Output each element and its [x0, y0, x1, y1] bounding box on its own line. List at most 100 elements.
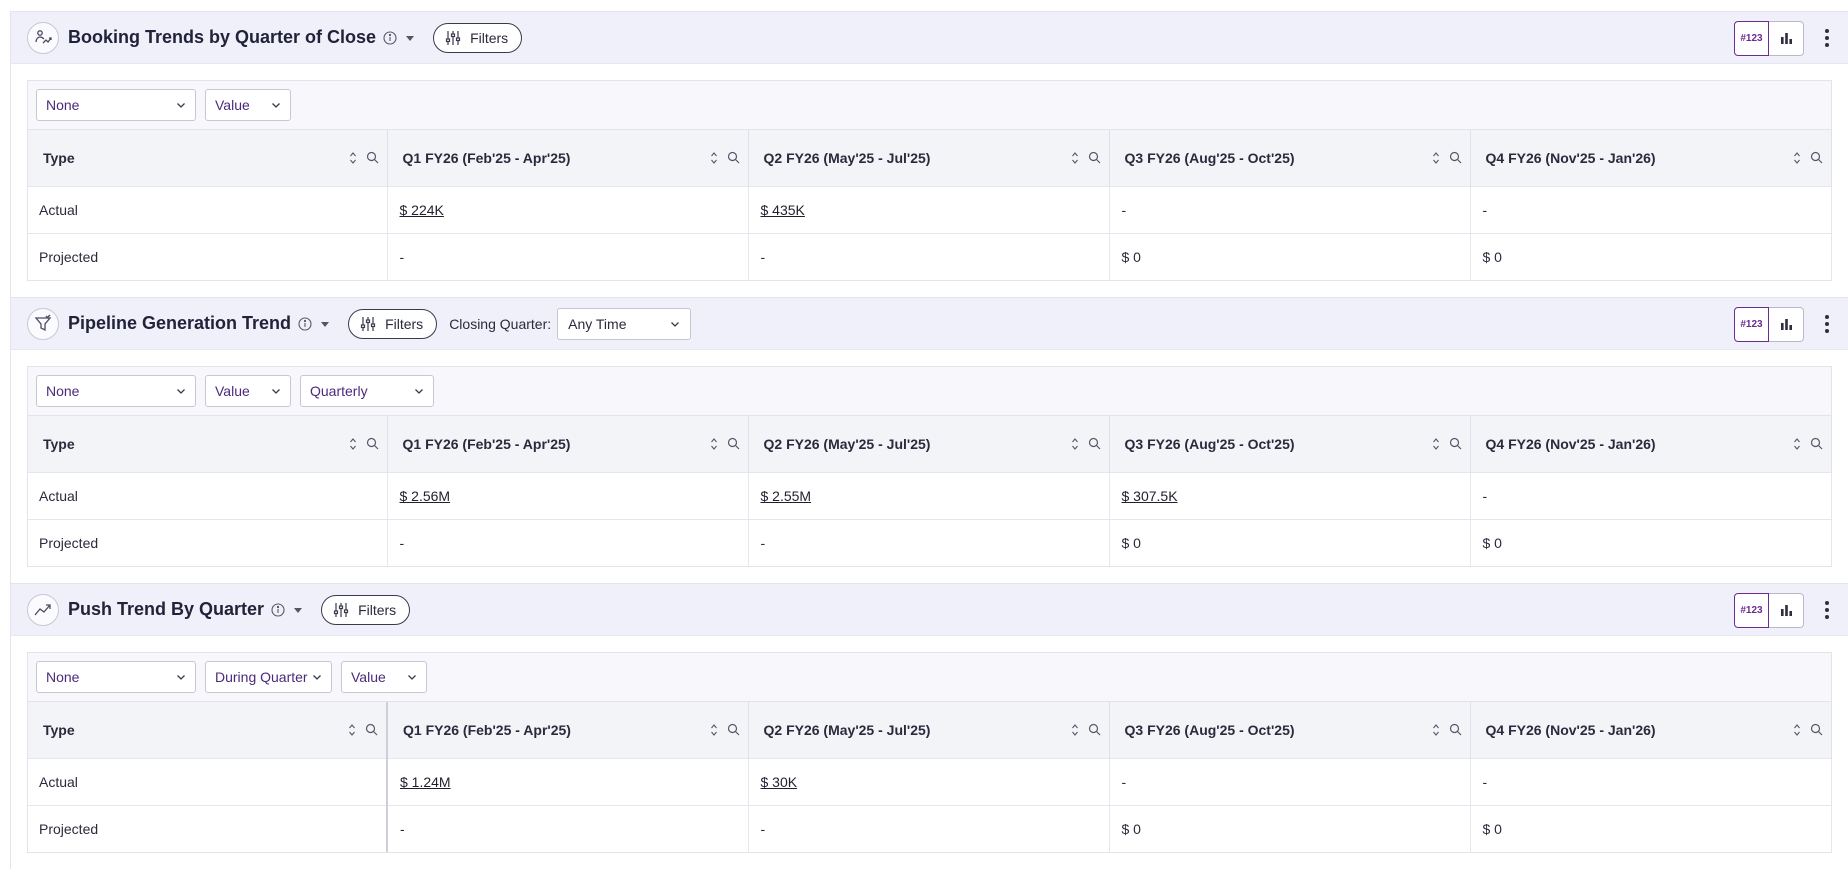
- sort-icon[interactable]: [1431, 723, 1441, 737]
- widget-header: Pipeline Generation Trend Filters Closin…: [11, 298, 1848, 350]
- column-header-q1[interactable]: Q1 FY26 (Feb'25 - Apr'25): [387, 416, 749, 472]
- view-toggle: #123: [1734, 593, 1804, 628]
- measure-select[interactable]: Value: [341, 661, 427, 693]
- group-by-select[interactable]: None: [36, 375, 196, 407]
- period-select[interactable]: Quarterly: [300, 375, 434, 407]
- view-toggle: #123: [1734, 21, 1804, 56]
- timing-select[interactable]: During Quarter: [205, 661, 332, 693]
- sort-icon[interactable]: [1792, 151, 1802, 165]
- closing-quarter-select[interactable]: Any Time: [557, 307, 692, 340]
- group-by-select[interactable]: None: [36, 89, 196, 121]
- value-cell: -: [1470, 471, 1832, 519]
- sort-icon[interactable]: [1070, 437, 1080, 451]
- data-table: Type Q1 FY26 (Feb'25 - Apr'25) Q2 FY26 (…: [28, 130, 1832, 280]
- search-icon[interactable]: [1810, 437, 1823, 450]
- chart-view-button[interactable]: [1769, 593, 1804, 628]
- measure-select[interactable]: Value: [205, 375, 291, 407]
- group-by-select[interactable]: None: [36, 661, 196, 693]
- data-table: Type Q1 FY26 (Feb'25 - Apr'25) Q2 FY26 (…: [28, 702, 1832, 852]
- search-icon[interactable]: [727, 723, 740, 736]
- column-label: Q1 FY26 (Feb'25 - Apr'25): [402, 435, 571, 452]
- column-header-q2[interactable]: Q2 FY26 (May'25 - Jul'25): [748, 130, 1110, 186]
- column-header-q4[interactable]: Q4 FY26 (Nov'25 - Jan'26): [1470, 702, 1832, 758]
- search-icon[interactable]: [1449, 437, 1462, 450]
- column-header-q1[interactable]: Q1 FY26 (Feb'25 - Apr'25): [387, 702, 749, 758]
- sort-icon[interactable]: [1431, 151, 1441, 165]
- column-header-type[interactable]: Type: [28, 416, 388, 472]
- sort-icon[interactable]: [348, 437, 358, 451]
- column-header-type[interactable]: Type: [28, 130, 388, 186]
- search-icon[interactable]: [365, 723, 378, 736]
- value-link[interactable]: $ 435K: [761, 202, 805, 218]
- more-options-icon[interactable]: [1822, 26, 1832, 50]
- column-header-q2[interactable]: Q2 FY26 (May'25 - Jul'25): [748, 416, 1110, 472]
- search-icon[interactable]: [1810, 151, 1823, 164]
- search-icon[interactable]: [727, 151, 740, 164]
- widget-title: Booking Trends by Quarter of Close: [68, 27, 377, 47]
- column-header-q3[interactable]: Q3 FY26 (Aug'25 - Oct'25): [1109, 416, 1471, 472]
- row-type-cell: Actual: [28, 757, 388, 805]
- number-view-button[interactable]: #123: [1734, 593, 1769, 628]
- more-options-icon[interactable]: [1822, 598, 1832, 622]
- sort-icon[interactable]: [1070, 723, 1080, 737]
- value-link[interactable]: $ 2.56M: [400, 488, 451, 504]
- filters-button[interactable]: Filters: [433, 22, 523, 53]
- caret-down-icon[interactable]: [320, 319, 330, 329]
- sort-icon[interactable]: [709, 723, 719, 737]
- search-icon[interactable]: [727, 437, 740, 450]
- search-icon[interactable]: [1088, 437, 1101, 450]
- sort-icon[interactable]: [348, 151, 358, 165]
- value-cell: $ 2.55M: [748, 471, 1110, 519]
- sort-icon[interactable]: [1792, 723, 1802, 737]
- sort-icon[interactable]: [1070, 151, 1080, 165]
- sort-icon[interactable]: [709, 151, 719, 165]
- column-header-q3[interactable]: Q3 FY26 (Aug'25 - Oct'25): [1109, 130, 1471, 186]
- search-icon[interactable]: [1088, 723, 1101, 736]
- search-icon[interactable]: [366, 151, 379, 164]
- value-cell: -: [387, 232, 749, 280]
- info-icon[interactable]: [271, 602, 285, 617]
- column-header-q2[interactable]: Q2 FY26 (May'25 - Jul'25): [748, 702, 1110, 758]
- info-icon[interactable]: [383, 30, 397, 45]
- more-options-icon[interactable]: [1822, 312, 1832, 336]
- value-link[interactable]: $ 30K: [761, 774, 798, 790]
- search-icon[interactable]: [1449, 723, 1462, 736]
- value-link[interactable]: $ 2.55M: [761, 488, 812, 504]
- search-icon[interactable]: [1088, 151, 1101, 164]
- column-label: Type: [43, 149, 75, 166]
- chart-view-button[interactable]: [1769, 307, 1804, 342]
- value-link[interactable]: $ 1.24M: [400, 774, 451, 790]
- sort-icon[interactable]: [709, 437, 719, 451]
- filters-button[interactable]: Filters: [321, 594, 411, 625]
- column-header-q1[interactable]: Q1 FY26 (Feb'25 - Apr'25): [387, 130, 749, 186]
- chart-view-button[interactable]: [1769, 21, 1804, 56]
- column-label: Q4 FY26 (Nov'25 - Jan'26): [1485, 149, 1656, 166]
- filters-button[interactable]: Filters: [348, 308, 438, 339]
- search-icon[interactable]: [1810, 723, 1823, 736]
- sort-icon[interactable]: [347, 723, 357, 737]
- column-header-q4[interactable]: Q4 FY26 (Nov'25 - Jan'26): [1470, 416, 1832, 472]
- column-header-q4[interactable]: Q4 FY26 (Nov'25 - Jan'26): [1470, 130, 1832, 186]
- column-label: Q3 FY26 (Aug'25 - Oct'25): [1124, 721, 1295, 738]
- column-header-type[interactable]: Type: [28, 702, 388, 758]
- caret-down-icon[interactable]: [405, 33, 415, 43]
- measure-select[interactable]: Value: [205, 89, 291, 121]
- value-cell: $ 0: [1470, 232, 1832, 280]
- value-link[interactable]: $ 224K: [400, 202, 444, 218]
- number-view-button[interactable]: #123: [1734, 21, 1769, 56]
- chevron-down-icon: [415, 389, 423, 394]
- column-label: Q3 FY26 (Aug'25 - Oct'25): [1124, 435, 1295, 452]
- search-icon[interactable]: [366, 437, 379, 450]
- chevron-down-icon: [408, 675, 416, 680]
- sort-icon[interactable]: [1792, 437, 1802, 451]
- value-link[interactable]: $ 307.5K: [1122, 488, 1178, 504]
- column-header-q3[interactable]: Q3 FY26 (Aug'25 - Oct'25): [1109, 702, 1471, 758]
- value-cell: -: [1470, 185, 1832, 233]
- info-icon[interactable]: [298, 316, 312, 331]
- search-icon[interactable]: [1449, 151, 1462, 164]
- value-cell: -: [748, 518, 1110, 566]
- view-toggle: #123: [1734, 307, 1804, 342]
- caret-down-icon[interactable]: [293, 605, 303, 615]
- number-view-button[interactable]: #123: [1734, 307, 1769, 342]
- sort-icon[interactable]: [1431, 437, 1441, 451]
